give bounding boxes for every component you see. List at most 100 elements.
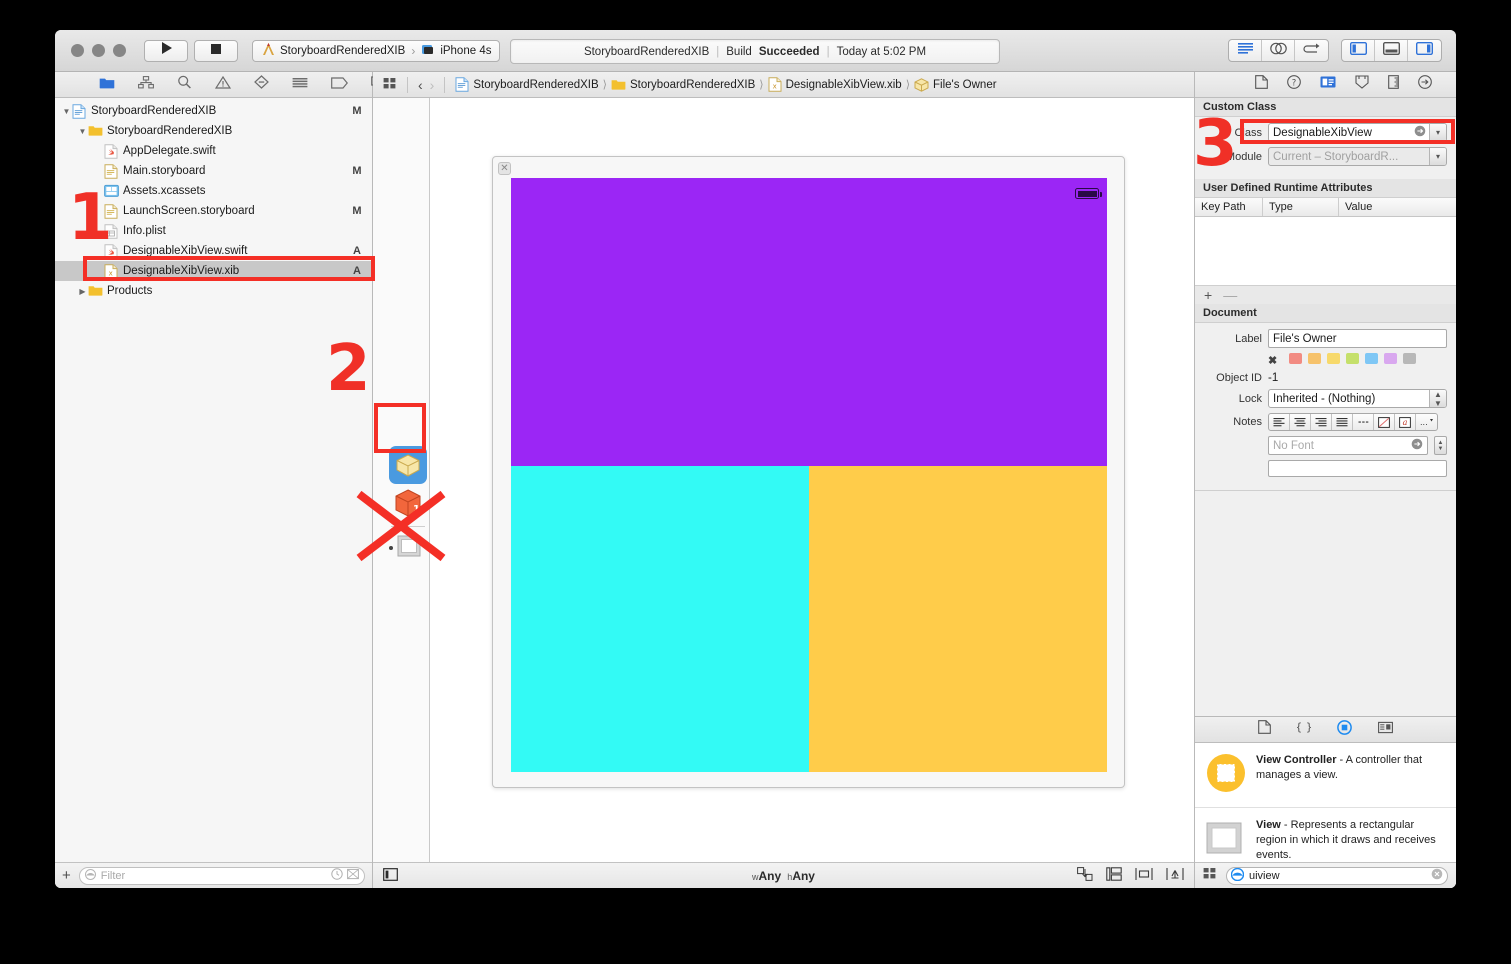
label-color-swatch[interactable] [1403,353,1417,364]
breakpoint-navigator-icon[interactable] [331,76,348,94]
notes-font-stepper[interactable]: ▲ ▼ [1434,436,1447,455]
font-panel-icon[interactable] [1411,438,1423,453]
close-icon[interactable]: ✕ [498,162,511,175]
label-color-swatch[interactable] [1308,353,1322,364]
minimize-window-button[interactable] [92,44,105,57]
disclosure-open-icon[interactable]: ▼ [61,107,72,116]
test-navigator-icon[interactable] [254,75,269,94]
assistant-editor-button[interactable] [1262,40,1295,61]
connections-inspector-icon[interactable] [1418,75,1432,94]
remove-runtime-attribute-button[interactable]: — [1223,287,1237,303]
tree-row[interactable]: DesignableXibView.swift A [55,241,372,261]
tree-row[interactable]: ▶ Products [55,281,372,301]
disclosure-open-icon[interactable]: ▼ [77,127,88,136]
label-color-swatch[interactable] [1346,353,1360,364]
tree-row[interactable]: ▼ StoryboardRenderedXIB M [55,101,372,121]
add-runtime-attribute-button[interactable]: + [1204,287,1212,303]
navigate-forward-button[interactable]: › [430,77,435,93]
module-combobox[interactable]: Current – StoryboardR... ▾ [1268,147,1447,166]
project-file-tree[interactable]: ▼ StoryboardRenderedXIB M ▼ StoryboardRender… [55,98,372,862]
search-icon[interactable] [177,75,192,94]
lock-stepper-icon[interactable]: ▲ ▼ [1429,390,1446,407]
breadcrumb-item[interactable]: StoryboardRenderedXIB [455,77,599,92]
file-inspector-icon[interactable] [1255,75,1268,94]
dock-item-view[interactable] [389,535,423,561]
text-style-icon[interactable]: a [1395,414,1416,430]
library-filter-field[interactable]: uiview [1226,866,1448,885]
standard-editor-button[interactable] [1229,40,1262,61]
clear-label-color-icon[interactable]: ✖ [1268,354,1277,367]
close-window-button[interactable] [71,44,84,57]
breadcrumb[interactable]: StoryboardRenderedXIB ⟩ StoryboardRendered… [455,77,997,92]
module-dropdown-arrow[interactable]: ▾ [1429,148,1446,165]
project-navigator-icon[interactable] [99,76,115,94]
toggle-debug-area-button[interactable] [1375,40,1408,61]
library-view-mode-icon[interactable] [1203,867,1217,885]
class-dropdown-arrow[interactable]: ▾ [1429,124,1446,141]
add-file-button[interactable]: + [62,867,71,884]
tree-row[interactable]: Main.storyboard M [55,161,372,181]
jump-to-definition-icon[interactable] [1414,125,1426,140]
notes-font-field[interactable]: No Font [1268,436,1428,455]
run-button[interactable] [144,39,188,62]
tree-row[interactable]: LaunchScreen.storyboard M [55,201,372,221]
runtime-attributes-table-body[interactable] [1195,217,1456,285]
size-inspector-icon[interactable] [1388,75,1399,94]
dock-item-first-responder[interactable]: 1 [393,488,423,518]
library-object-list[interactable]: View Controller - A controller that mana… [1195,743,1456,862]
align-right-icon[interactable] [1311,414,1332,430]
recent-files-filter-icon[interactable] [331,868,343,883]
breadcrumb-item[interactable]: File's Owner [914,77,997,92]
attributes-inspector-icon[interactable] [1355,75,1369,94]
toggle-navigator-button[interactable] [1342,40,1375,61]
dash-icon[interactable] [1353,414,1374,430]
dock-item-files-owner[interactable] [389,446,427,484]
source-control-filter-icon[interactable] [347,868,359,883]
clear-icon[interactable] [1431,868,1443,883]
interface-builder-canvas[interactable]: ✕ [430,98,1194,862]
design-view-container[interactable]: ✕ [492,156,1125,788]
breadcrumb-item[interactable]: StoryboardRenderedXIB [611,78,755,91]
quick-help-icon[interactable]: ? [1287,75,1301,94]
align-center-icon[interactable] [1290,414,1311,430]
symbol-navigator-icon[interactable] [138,75,154,94]
notes-text-field[interactable] [1268,460,1447,477]
tree-row[interactable]: Info.plist [55,221,372,241]
zoom-window-button[interactable] [113,44,126,57]
breadcrumb-item[interactable]: x DesignableXibView.xib [768,77,902,92]
more-icon[interactable]: ... [1416,414,1437,430]
debug-navigator-icon[interactable] [292,76,308,94]
warning-triangle-icon[interactable] [214,75,232,94]
label-color-swatch[interactable] [1289,353,1303,364]
tree-row[interactable]: Assets.xcassets [55,181,372,201]
library-list-item[interactable]: View - Represents a rectangular region i… [1195,808,1456,862]
navigator-filter-field[interactable]: Filter [78,866,365,885]
identity-inspector-icon[interactable] [1320,75,1336,94]
navigate-back-button[interactable]: ‹ [418,77,423,93]
align-left-icon[interactable] [1269,414,1290,430]
code-snippet-library-icon[interactable]: { } [1295,720,1313,739]
scheme-selector[interactable]: StoryboardRenderedXIB › iPhone 4s [252,39,501,62]
lock-popup[interactable]: Inherited - (Nothing) ▲ ▼ [1268,389,1447,408]
toggle-utilities-button[interactable] [1408,40,1441,61]
label-color-swatch[interactable] [1327,353,1341,364]
media-library-icon[interactable] [1378,721,1393,739]
interface-builder-dock[interactable]: 1 [373,98,430,862]
stop-button[interactable] [194,39,238,62]
label-color-swatch[interactable] [1365,353,1379,364]
version-editor-button[interactable] [1295,40,1328,61]
document-label-field[interactable]: File's Owner [1268,329,1447,348]
align-justify-icon[interactable] [1332,414,1353,430]
designable-view[interactable] [511,178,1107,772]
tree-row[interactable]: x DesignableXibView.xib A [55,261,372,281]
tree-row[interactable]: ▼ StoryboardRenderedXIB [55,121,372,141]
color-icon[interactable] [1374,414,1395,430]
file-template-library-icon[interactable] [1258,720,1271,739]
tree-row[interactable]: AppDelegate.swift [55,141,372,161]
class-combobox[interactable]: DesignableXibView ▾ [1268,123,1447,142]
disclosure-closed-icon[interactable]: ▶ [77,287,88,296]
related-items-icon[interactable] [383,77,397,93]
size-class-indicator[interactable]: wAny hAny [373,869,1194,883]
object-library-icon[interactable] [1337,719,1352,740]
label-color-swatch[interactable] [1384,353,1398,364]
